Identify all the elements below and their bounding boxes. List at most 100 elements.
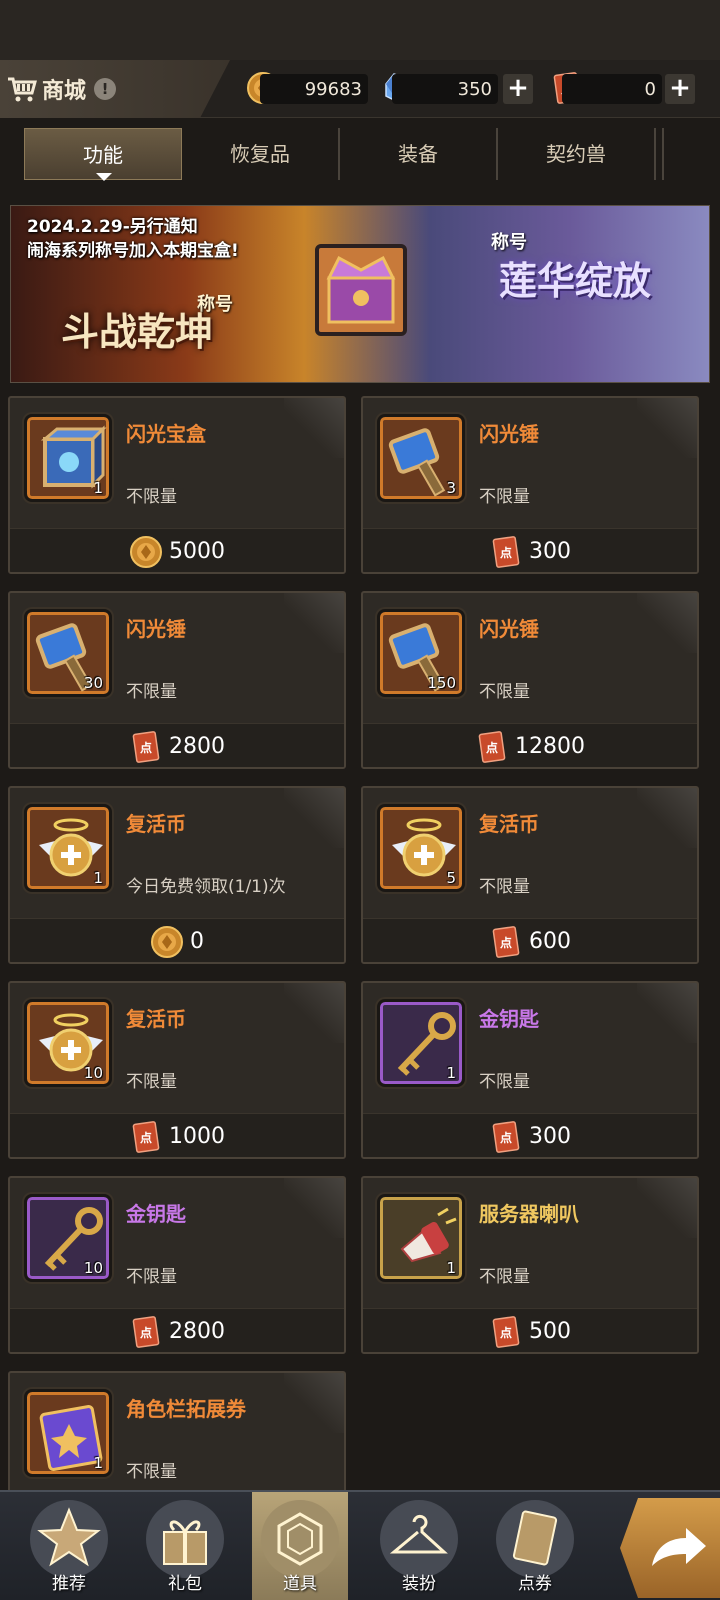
- crystal-balance: 350: [392, 74, 498, 104]
- shop-header: 商城 ! 99683 350 + 点 0 +: [0, 60, 720, 118]
- item-name: 复活币: [126, 812, 186, 836]
- shop-item-card[interactable]: 1 服务器喇叭 不限量点 500: [361, 1176, 699, 1354]
- card-info: 1 闪光宝盒 不限量: [10, 398, 344, 528]
- shop-item-card[interactable]: 1 金钥匙 不限量点 300: [361, 981, 699, 1159]
- shop-item-card[interactable]: 10 复活币不限量点 1000: [8, 981, 346, 1159]
- tab-divider: [662, 128, 664, 180]
- banner-date: 2024.2.29-另行通知: [27, 217, 198, 237]
- revive-coin-icon: 5: [377, 804, 465, 892]
- item-quantity: 10: [83, 1064, 103, 1082]
- item-name: 闪光宝盒: [126, 422, 206, 446]
- item-name: 闪光锤: [479, 617, 539, 641]
- item-name: 复活币: [126, 1007, 186, 1031]
- item-limit: 不限量: [479, 1267, 530, 1287]
- item-limit: 不限量: [126, 1072, 177, 1092]
- item-limit: 今日免费领取(1/1)次: [126, 877, 286, 897]
- nav-points[interactable]: 点券: [480, 1492, 590, 1600]
- nav-outfit[interactable]: 装扮: [364, 1492, 474, 1600]
- point-ticket-icon: 点: [132, 730, 160, 763]
- shop-title-block: 商城 !: [0, 60, 230, 118]
- card-info: 150 闪光锤不限量: [363, 593, 697, 723]
- card-info: 1 复活币今日免费领取(1/1)次: [10, 788, 344, 918]
- svg-text:点: 点: [500, 935, 512, 950]
- page-title: 商城: [42, 79, 87, 104]
- buy-button[interactable]: 点 12800: [363, 723, 697, 767]
- flash-hammer-icon: 30: [24, 609, 112, 697]
- card-info: 10 复活币不限量: [10, 983, 344, 1113]
- next-arrow-button[interactable]: [620, 1498, 720, 1598]
- shop-item-card[interactable]: 5 复活币 不限量点 600: [361, 786, 699, 964]
- shop-item-card[interactable]: 1 复活币今日免费领取(1/1)次 0: [8, 786, 346, 964]
- buy-button[interactable]: 点 2800: [10, 1308, 344, 1352]
- point-ticket-icon: 点: [492, 925, 520, 958]
- nav-items[interactable]: 道具: [252, 1492, 348, 1600]
- star-icon: [37, 1507, 101, 1567]
- buy-button[interactable]: 点 2800: [10, 723, 344, 767]
- shop-item-card[interactable]: 3 闪光锤 不限量点 300: [361, 396, 699, 574]
- tab-equipment[interactable]: 装备: [340, 128, 498, 180]
- buy-button[interactable]: 5000: [10, 528, 344, 572]
- svg-text:点: 点: [140, 740, 152, 755]
- info-icon[interactable]: !: [94, 78, 117, 100]
- item-price: 5000: [169, 539, 225, 564]
- buy-button[interactable]: 点 300: [363, 1113, 697, 1157]
- item-quantity: 10: [83, 1259, 103, 1277]
- nav-gift[interactable]: 礼包: [130, 1492, 240, 1600]
- item-limit: 不限量: [126, 682, 177, 702]
- card-info: 1 角色栏拓展券 不限量: [10, 1373, 344, 1503]
- buy-button[interactable]: 点 500: [363, 1308, 697, 1352]
- item-limit: 不限量: [479, 682, 530, 702]
- server-horn-icon: 1: [377, 1194, 465, 1282]
- slot-ticket-icon: 1: [24, 1389, 112, 1477]
- item-price: 300: [529, 539, 571, 564]
- item-quantity: 30: [83, 674, 103, 692]
- status-bar-area: [0, 0, 720, 60]
- gold-coin-icon: [130, 535, 162, 568]
- item-limit: 不限量: [126, 1462, 177, 1482]
- card-info: 10 金钥匙 不限量: [10, 1178, 344, 1308]
- point-ticket-icon: 点: [132, 1120, 160, 1153]
- banner-left-title: 斗战乾坤: [61, 310, 214, 354]
- item-price: 0: [190, 929, 204, 954]
- item-quantity: 1: [446, 1259, 456, 1277]
- item-quantity: 1: [446, 1064, 456, 1082]
- hanger-icon: [389, 1514, 448, 1554]
- item-price: 12800: [515, 734, 585, 759]
- tab-recovery[interactable]: 恢复品: [182, 128, 340, 180]
- card-info: 3 闪光锤 不限量: [363, 398, 697, 528]
- shop-item-card[interactable]: 1 闪光宝盒 不限量 5000: [8, 396, 346, 574]
- arrow-right-icon: [652, 1528, 706, 1566]
- buy-button[interactable]: 点 300: [363, 528, 697, 572]
- bottom-navigation: 推荐 礼包 道具 装扮 点券: [0, 1490, 720, 1600]
- promo-banner[interactable]: 2024.2.29-另行通知 闹海系列称号加入本期宝盒! 称号 斗战乾坤 称号 …: [10, 205, 710, 383]
- add-ticket-button[interactable]: +: [665, 74, 695, 104]
- shop-item-card[interactable]: 150 闪光锤不限量点 12800: [361, 591, 699, 769]
- shop-item-card[interactable]: 10 金钥匙 不限量点 2800: [8, 1176, 346, 1354]
- item-limit: 不限量: [126, 487, 177, 507]
- point-ticket-icon: 点: [492, 1120, 520, 1153]
- svg-text:点: 点: [500, 545, 512, 560]
- gold-balance: 99683: [260, 74, 368, 104]
- revive-coin-icon: 10: [24, 999, 112, 1087]
- item-quantity: 1: [93, 869, 103, 887]
- buy-button[interactable]: 0: [10, 918, 344, 962]
- svg-text:点: 点: [140, 1325, 152, 1340]
- svg-text:点: 点: [500, 1130, 512, 1145]
- point-ticket-icon: 点: [492, 1315, 520, 1348]
- shop-item-card[interactable]: 30 闪光锤 不限量点 2800: [8, 591, 346, 769]
- card-info: 1 金钥匙 不限量: [363, 983, 697, 1113]
- item-price: 1000: [169, 1124, 225, 1149]
- treasure-chest-icon: [315, 244, 407, 336]
- tab-function[interactable]: 功能: [24, 128, 182, 181]
- tab-contract-beast[interactable]: 契约兽: [498, 128, 656, 180]
- buy-button[interactable]: 点 1000: [10, 1113, 344, 1157]
- nav-recommend[interactable]: 推荐: [14, 1492, 124, 1600]
- item-price: 500: [529, 1319, 571, 1344]
- item-quantity: 5: [446, 869, 456, 887]
- svg-text:点: 点: [140, 1130, 152, 1145]
- flash-hammer-icon: 150: [377, 609, 465, 697]
- buy-button[interactable]: 点 600: [363, 918, 697, 962]
- add-crystal-button[interactable]: +: [503, 74, 533, 104]
- item-quantity: 3: [446, 479, 456, 497]
- ticket-balance: 0: [562, 74, 662, 104]
